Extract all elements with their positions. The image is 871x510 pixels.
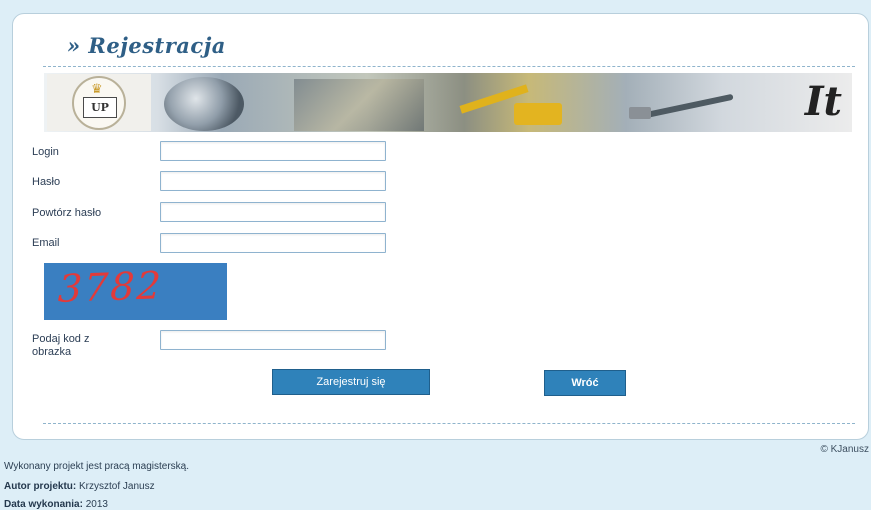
email-input[interactable] xyxy=(160,233,386,253)
excavator-body-image xyxy=(514,103,562,125)
author-value: Krzysztof Janusz xyxy=(79,481,155,492)
header-banner: ♛ UP It xyxy=(44,73,852,132)
seal-ring: ♛ UP xyxy=(72,75,126,130)
date-value: 2013 xyxy=(85,499,108,510)
captcha-input[interactable] xyxy=(160,330,386,350)
footer-description: Wykonany projekt jest pracą magisterską. xyxy=(4,461,189,472)
copyright-text: © KJanusz xyxy=(820,444,869,455)
captcha-label: Podaj kod z obrazka xyxy=(32,333,90,358)
author-label: Autor projektu: xyxy=(4,481,77,492)
university-seal-icon: ♛ UP xyxy=(47,74,151,131)
bottom-divider xyxy=(43,423,855,424)
repeat-password-input[interactable] xyxy=(160,202,386,222)
top-divider xyxy=(43,66,855,67)
network-plug-image xyxy=(629,107,651,119)
network-cable-image xyxy=(644,93,734,119)
circuit-board-image xyxy=(294,79,424,131)
seal-text: UP xyxy=(83,96,117,118)
it-logo: It xyxy=(804,78,842,125)
footer-author: Autor projektu: Krzysztof Janusz xyxy=(4,481,155,492)
email-label: Email xyxy=(32,237,60,249)
back-button[interactable]: Wróć xyxy=(544,370,626,396)
password-input[interactable] xyxy=(160,171,386,191)
page-title: » Rejestracja xyxy=(67,33,226,58)
captcha-code: 3782 xyxy=(57,263,164,311)
date-label: Data wykonania: xyxy=(4,499,83,510)
login-label: Login xyxy=(32,146,59,158)
login-input[interactable] xyxy=(160,141,386,161)
password-label: Hasło xyxy=(32,176,61,188)
repeat-password-label: Powtórz hasło xyxy=(32,207,102,219)
hard-drive-image xyxy=(164,77,244,131)
footer-date: Data wykonania: 2013 xyxy=(4,499,108,510)
registration-panel: » Rejestracja ♛ UP It Login Hasło Powtór… xyxy=(12,13,869,440)
captcha-image: 3782 xyxy=(44,263,227,320)
register-button[interactable]: Zarejestruj się xyxy=(272,369,430,395)
crown-icon: ♛ xyxy=(91,80,103,96)
